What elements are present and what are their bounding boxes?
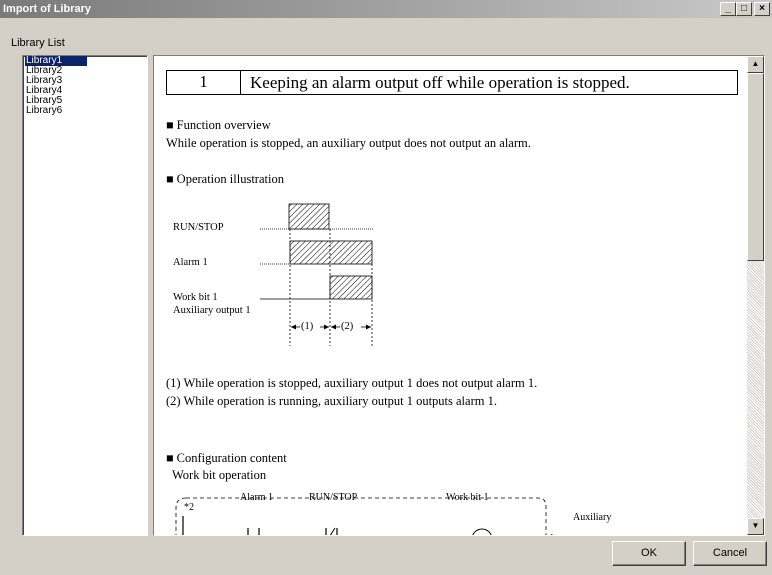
- operation-illustration-title: ■ Operation illustration: [166, 172, 284, 186]
- vertical-scrollbar[interactable]: ▲ ▼: [747, 56, 764, 535]
- ok-button[interactable]: OK: [612, 541, 686, 566]
- work-bit-coil: [472, 528, 492, 535]
- run-stop-pulse: [288, 203, 330, 230]
- maximize-button[interactable]: □: [736, 2, 752, 16]
- window-controls: _ □ ×: [720, 2, 770, 16]
- library-document: 1 Keeping an alarm output off while oper…: [154, 56, 746, 535]
- note-2: (2) While operation is running, auxiliar…: [166, 394, 497, 408]
- interval2-label: (2): [341, 321, 354, 332]
- alarm1-pulse: [289, 240, 373, 265]
- interval1-label: (1): [301, 321, 314, 332]
- run-stop-contact-slash: [329, 527, 336, 535]
- minimize-button[interactable]: _: [720, 2, 736, 16]
- ladder-output-arrow: [551, 534, 554, 535]
- timing-label-work-bit1: Work bit 1: [173, 292, 218, 303]
- library-listbox[interactable]: Library1 Library2 Library3 Library4 Libr…: [22, 55, 148, 536]
- function-overview-title: ■ Function overview: [166, 118, 271, 132]
- ladder-label-work-bit1: Work bit 1: [446, 492, 489, 503]
- heading-number: 1: [167, 71, 241, 94]
- heading-title: Keeping an alarm output off while operat…: [250, 72, 630, 92]
- scroll-thumb[interactable]: [747, 73, 764, 261]
- scroll-down-button[interactable]: ▼: [747, 518, 764, 535]
- configuration-title: ■ Configuration content: [166, 451, 287, 465]
- timing-label-alarm1: Alarm 1: [173, 257, 208, 268]
- cancel-button[interactable]: Cancel: [693, 541, 767, 566]
- scroll-up-button[interactable]: ▲: [747, 56, 764, 73]
- library-preview-pane[interactable]: 1 Keeping an alarm output off while oper…: [153, 55, 765, 536]
- import-library-dialog: Import of Library _ □ × Library List Lib…: [0, 0, 772, 575]
- close-button[interactable]: ×: [754, 2, 770, 16]
- aux-pulse: [329, 275, 373, 300]
- configuration-subtitle: Work bit operation: [172, 468, 267, 482]
- library-list-item[interactable]: Library6: [23, 106, 147, 116]
- timing-diagram: [260, 203, 374, 346]
- document-heading: 1 Keeping an alarm output off while oper…: [166, 70, 738, 95]
- ladder-note: *2: [184, 502, 194, 513]
- library-list-label: Library List: [11, 37, 65, 49]
- timing-label-aux-output1: Auxiliary output 1: [173, 305, 251, 316]
- timing-label-run-stop: RUN/STOP: [173, 222, 224, 233]
- title-bar[interactable]: Import of Library _ □ ×: [0, 0, 772, 18]
- ladder-label-run-stop: RUN/STOP: [309, 492, 358, 503]
- ladder-label-auxiliary: Auxiliary: [573, 512, 612, 523]
- ladder-dashed-frame-top: [186, 497, 547, 535]
- note-1: (1) While operation is stopped, auxiliar…: [166, 376, 538, 390]
- window-title: Import of Library: [3, 3, 92, 15]
- ladder-label-alarm1: Alarm 1: [240, 492, 274, 503]
- function-overview-text: While operation is stopped, an auxiliary…: [166, 136, 531, 150]
- ladder-diagram: [175, 497, 554, 535]
